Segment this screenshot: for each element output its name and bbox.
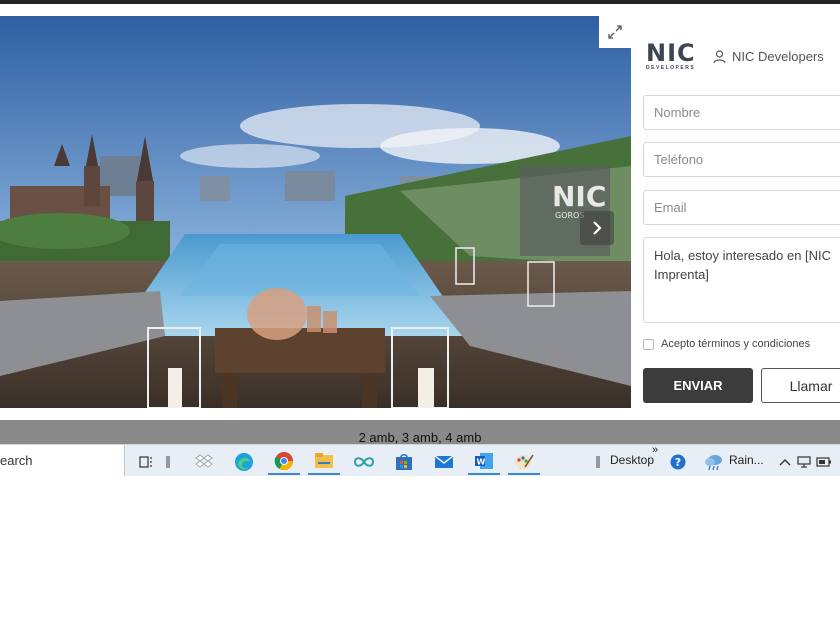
phone-field[interactable] bbox=[643, 142, 840, 177]
taskbar: earch W Desktop » ? Rain... bbox=[0, 444, 840, 476]
send-button[interactable]: ENVIAR bbox=[643, 368, 753, 403]
logo-text: NIC bbox=[646, 39, 696, 67]
battery-button[interactable] bbox=[814, 448, 834, 475]
chrome-button[interactable] bbox=[268, 448, 300, 475]
unit-types-text: 2 amb, 3 amb, 4 amb bbox=[358, 430, 482, 445]
chevron-up-icon bbox=[779, 458, 791, 465]
help-icon: ? bbox=[670, 454, 686, 469]
word-icon: W bbox=[475, 452, 493, 469]
word-button[interactable]: W bbox=[468, 448, 500, 475]
terms-link[interactable]: términos y condiciones bbox=[698, 338, 810, 350]
fullscreen-button[interactable] bbox=[599, 16, 631, 48]
search-text: earch bbox=[0, 453, 33, 468]
task-view-icon bbox=[139, 455, 152, 468]
name-field[interactable] bbox=[643, 95, 840, 130]
terms-prefix: Acepto bbox=[661, 338, 696, 350]
network-button[interactable] bbox=[794, 448, 814, 475]
rain-cloud-icon bbox=[705, 454, 722, 470]
battery-icon bbox=[816, 456, 831, 467]
unit-types-bar: 2 amb, 3 amb, 4 amb bbox=[0, 420, 840, 445]
folder-icon bbox=[315, 452, 333, 468]
store-icon bbox=[396, 453, 412, 470]
network-icon bbox=[797, 455, 811, 468]
property-photo[interactable]: NIC GOROS bbox=[0, 16, 631, 408]
brand-logo[interactable]: NIC DEVELOPERS bbox=[646, 39, 696, 71]
user-icon bbox=[713, 49, 726, 63]
taskbar-separator bbox=[158, 448, 178, 475]
weather-widget-icon-button[interactable] bbox=[698, 448, 730, 475]
dropbox-icon bbox=[195, 453, 213, 468]
message-field[interactable]: Hola, estoy interesado en [NIC Imprenta] bbox=[643, 237, 840, 323]
developer-name: NIC Developers bbox=[732, 49, 824, 64]
file-explorer-button[interactable] bbox=[308, 448, 340, 475]
next-photo-button[interactable] bbox=[580, 211, 614, 245]
show-hidden-icons-button[interactable] bbox=[774, 448, 796, 475]
call-button[interactable]: Llamar bbox=[761, 368, 840, 403]
infinity-app-button[interactable] bbox=[348, 448, 380, 475]
edge-button[interactable] bbox=[228, 448, 260, 475]
logo-subtext: DEVELOPERS bbox=[646, 65, 696, 71]
svg-text:?: ? bbox=[675, 456, 681, 469]
sign-text: NIC bbox=[552, 180, 606, 213]
desktop-toolbar[interactable]: Desktop bbox=[610, 453, 654, 467]
desktop-toolbar-separator bbox=[592, 448, 604, 475]
mail-icon bbox=[434, 454, 454, 468]
weather-widget[interactable]: Rain... bbox=[729, 453, 764, 467]
separator-icon bbox=[596, 455, 600, 468]
contact-panel: NIC DEVELOPERS NIC Developers Hola, esto… bbox=[631, 16, 840, 408]
edge-icon bbox=[235, 452, 253, 471]
svg-text:W: W bbox=[477, 457, 486, 466]
expand-icon bbox=[608, 25, 622, 39]
terms-row: Acepto términos y condiciones bbox=[643, 338, 810, 350]
paint-icon bbox=[515, 454, 534, 469]
terms-checkbox[interactable] bbox=[643, 338, 654, 350]
chrome-icon bbox=[274, 451, 293, 470]
top-border bbox=[0, 0, 840, 4]
overflow-chevron[interactable]: » bbox=[652, 444, 658, 456]
infinity-icon bbox=[353, 456, 375, 467]
taskbar-search[interactable]: earch bbox=[0, 445, 125, 476]
store-button[interactable] bbox=[388, 448, 420, 475]
chevron-right-icon bbox=[593, 221, 602, 235]
separator-icon bbox=[166, 455, 170, 468]
help-button[interactable]: ? bbox=[662, 448, 694, 475]
mail-button[interactable] bbox=[428, 448, 460, 475]
developer-link[interactable]: NIC Developers bbox=[713, 49, 824, 64]
paint-button[interactable] bbox=[508, 448, 540, 475]
email-field[interactable] bbox=[643, 190, 840, 225]
dropbox-button[interactable] bbox=[188, 448, 220, 475]
